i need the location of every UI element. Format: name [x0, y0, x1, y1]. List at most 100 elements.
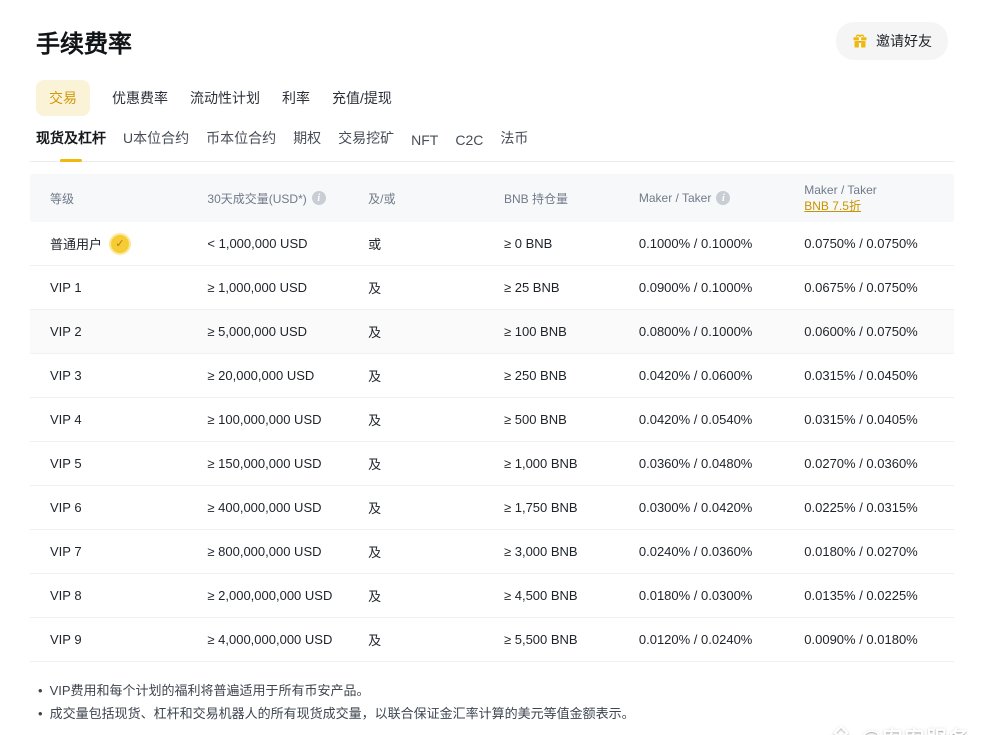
maker-taker-cell: 0.0120% / 0.0240%	[639, 632, 804, 647]
watermark: @安安服务	[826, 723, 970, 735]
info-icon[interactable]	[716, 191, 730, 205]
bnb-discount-link[interactable]: BNB 7.5折	[804, 199, 861, 214]
table-row: VIP 6 ≥ 400,000,000 USD 及 ≥ 1,750 BNB 0.…	[30, 486, 954, 530]
and-or-cell: 及	[368, 454, 504, 473]
and-or-cell: 及	[368, 322, 504, 341]
maker-taker-cell: 0.0900% / 0.1000%	[639, 280, 804, 295]
volume-cell: ≥ 150,000,000 USD	[207, 456, 368, 471]
maker-taker-bnb-cell: 0.0225% / 0.0315%	[804, 500, 954, 515]
header-volume: 30天成交量(USD*)	[207, 190, 368, 207]
maker-taker-bnb-cell: 0.0180% / 0.0270%	[804, 544, 954, 559]
header-maker-taker: Maker / Taker	[639, 191, 804, 205]
fee-rate-page: 手续费率 邀请好友 交易 优惠费率 流动性计划 利率 充值/提现 现货及杠杆 U…	[0, 22, 984, 735]
maker-taker-bnb-cell: 0.0135% / 0.0225%	[804, 588, 954, 603]
maker-taker-cell: 0.0300% / 0.0420%	[639, 500, 804, 515]
subtab-nft[interactable]: NFT	[411, 132, 438, 161]
and-or-cell: 及	[368, 278, 504, 297]
level-cell: VIP 6	[30, 500, 207, 515]
gift-icon	[852, 33, 868, 49]
maker-taker-bnb-cell: 0.0750% / 0.0750%	[804, 236, 954, 251]
maker-taker-cell: 0.1000% / 0.1000%	[639, 236, 804, 251]
and-or-cell: 及	[368, 586, 504, 605]
and-or-cell: 及	[368, 498, 504, 517]
level-cell: 普通用户	[30, 234, 207, 253]
volume-cell: ≥ 20,000,000 USD	[207, 368, 368, 383]
footnotes: VIP费用和每个计划的福利将普遍适用于所有币安产品。 成交量包括现货、杠杆和交易…	[38, 680, 954, 726]
header-maker-taker-bnb: Maker / Taker BNB 7.5折	[804, 183, 954, 214]
secondary-tab-bar: 现货及杠杆 U本位合约 币本位合约 期权 交易挖矿 NFT C2C 法币	[30, 128, 954, 162]
subtab-c2c[interactable]: C2C	[455, 132, 483, 161]
page-title: 手续费率	[36, 24, 132, 59]
header-bnb-balance: BNB 持仓量	[504, 190, 639, 207]
bnb-cell: ≥ 5,500 BNB	[504, 632, 639, 647]
volume-cell: ≥ 400,000,000 USD	[207, 500, 368, 515]
volume-cell: ≥ 4,000,000,000 USD	[207, 632, 368, 647]
diamond-chevron-icon	[826, 723, 856, 735]
tab-liquidity-program[interactable]: 流动性计划	[190, 80, 260, 116]
volume-cell: ≥ 5,000,000 USD	[207, 324, 368, 339]
maker-taker-cell: 0.0360% / 0.0480%	[639, 456, 804, 471]
maker-taker-bnb-cell: 0.0270% / 0.0360%	[804, 456, 954, 471]
maker-taker-bnb-cell: 0.0315% / 0.0405%	[804, 412, 954, 427]
level-cell: VIP 3	[30, 368, 207, 383]
maker-taker-cell: 0.0420% / 0.0600%	[639, 368, 804, 383]
bnb-cell: ≥ 250 BNB	[504, 368, 639, 383]
and-or-cell: 及	[368, 410, 504, 429]
table-row: VIP 4 ≥ 100,000,000 USD 及 ≥ 500 BNB 0.04…	[30, 398, 954, 442]
tab-fee-discount[interactable]: 优惠费率	[112, 80, 168, 116]
level-cell: VIP 1	[30, 280, 207, 295]
table-row: VIP 7 ≥ 800,000,000 USD 及 ≥ 3,000 BNB 0.…	[30, 530, 954, 574]
invite-friends-button[interactable]: 邀请好友	[836, 22, 948, 60]
level-cell: VIP 5	[30, 456, 207, 471]
level-cell: VIP 2	[30, 324, 207, 339]
tab-trading[interactable]: 交易	[36, 80, 90, 116]
maker-taker-cell: 0.0420% / 0.0540%	[639, 412, 804, 427]
table-row: 普通用户 < 1,000,000 USD 或 ≥ 0 BNB 0.1000% /…	[30, 222, 954, 266]
level-cell: VIP 8	[30, 588, 207, 603]
table-row: VIP 3 ≥ 20,000,000 USD 及 ≥ 250 BNB 0.042…	[30, 354, 954, 398]
maker-taker-bnb-cell: 0.0675% / 0.0750%	[804, 280, 954, 295]
verified-badge-icon	[111, 235, 129, 253]
maker-taker-bnb-cell: 0.0600% / 0.0750%	[804, 324, 954, 339]
maker-taker-bnb-cell: 0.0090% / 0.0180%	[804, 632, 954, 647]
subtab-spot-margin[interactable]: 现货及杠杆	[36, 128, 106, 161]
bnb-cell: ≥ 500 BNB	[504, 412, 639, 427]
table-row: VIP 1 ≥ 1,000,000 USD 及 ≥ 25 BNB 0.0900%…	[30, 266, 954, 310]
bnb-cell: ≥ 1,750 BNB	[504, 500, 639, 515]
bnb-cell: ≥ 0 BNB	[504, 236, 639, 251]
fee-table: 等级 30天成交量(USD*) 及/或 BNB 持仓量 Maker / Take…	[30, 174, 954, 662]
maker-taker-bnb-cell: 0.0315% / 0.0450%	[804, 368, 954, 383]
level-cell: VIP 4	[30, 412, 207, 427]
primary-tab-bar: 交易 优惠费率 流动性计划 利率 充值/提现	[36, 80, 954, 116]
footnote-item: 成交量包括现货、杠杆和交易机器人的所有现货成交量，以联合保证金汇率计算的美元等值…	[38, 703, 954, 726]
volume-cell: < 1,000,000 USD	[207, 236, 368, 251]
and-or-cell: 及	[368, 366, 504, 385]
and-or-cell: 及	[368, 630, 504, 649]
info-icon[interactable]	[312, 191, 326, 205]
subtab-usdm-futures[interactable]: U本位合约	[123, 128, 189, 161]
subtab-options[interactable]: 期权	[293, 128, 321, 161]
level-cell: VIP 7	[30, 544, 207, 559]
subtab-coinm-futures[interactable]: 币本位合约	[206, 128, 276, 161]
tab-interest-rate[interactable]: 利率	[282, 80, 310, 116]
subtab-liquidity-mining[interactable]: 交易挖矿	[338, 128, 394, 161]
subtab-fiat[interactable]: 法币	[500, 128, 528, 161]
bnb-cell: ≥ 4,500 BNB	[504, 588, 639, 603]
and-or-cell: 或	[368, 234, 504, 253]
volume-cell: ≥ 2,000,000,000 USD	[207, 588, 368, 603]
header-level: 等级	[30, 190, 207, 207]
footnote-item: VIP费用和每个计划的福利将普遍适用于所有币安产品。	[38, 680, 954, 703]
volume-cell: ≥ 100,000,000 USD	[207, 412, 368, 427]
invite-friends-label: 邀请好友	[876, 31, 932, 51]
volume-cell: ≥ 1,000,000 USD	[207, 280, 368, 295]
maker-taker-cell: 0.0240% / 0.0360%	[639, 544, 804, 559]
bnb-cell: ≥ 100 BNB	[504, 324, 639, 339]
bnb-cell: ≥ 3,000 BNB	[504, 544, 639, 559]
maker-taker-cell: 0.0180% / 0.0300%	[639, 588, 804, 603]
level-cell: VIP 9	[30, 632, 207, 647]
maker-taker-cell: 0.0800% / 0.1000%	[639, 324, 804, 339]
bnb-cell: ≥ 1,000 BNB	[504, 456, 639, 471]
tab-deposit-withdraw[interactable]: 充值/提现	[332, 80, 392, 116]
table-row: VIP 5 ≥ 150,000,000 USD 及 ≥ 1,000 BNB 0.…	[30, 442, 954, 486]
table-row: VIP 2 ≥ 5,000,000 USD 及 ≥ 100 BNB 0.0800…	[30, 310, 954, 354]
